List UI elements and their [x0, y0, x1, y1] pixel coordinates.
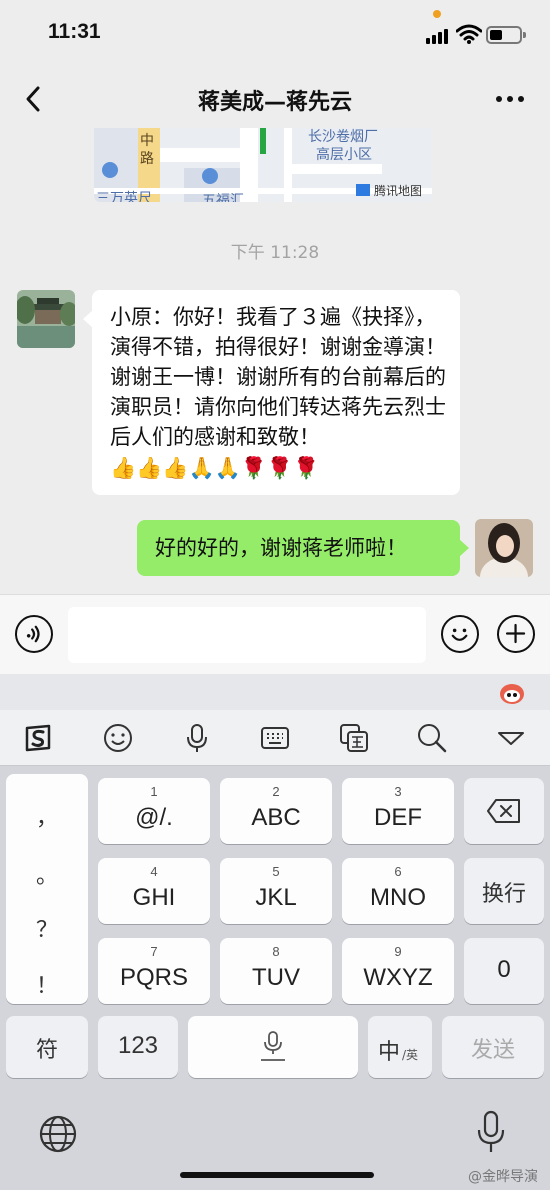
map-provider-label: 腾讯地图	[374, 184, 423, 198]
map-label-road-1: 中	[140, 133, 154, 149]
language-switch-key[interactable]: 中 /英	[368, 1016, 432, 1078]
backspace-key[interactable]	[464, 778, 544, 844]
cellular-signal-icon	[426, 28, 452, 44]
key-8[interactable]: 8 TUV	[220, 938, 332, 1004]
garden-pavilion-avatar-image	[17, 290, 75, 348]
emoji-button-icon[interactable]	[441, 615, 479, 653]
voice-space-icon	[261, 1031, 285, 1061]
number-key[interactable]: 123	[98, 1016, 178, 1078]
incoming-message-text: 小原：你好！我看了３遍《抉择》，演得不错，拍得很好！谢谢金導演！谢谢王一博！谢谢…	[110, 305, 446, 449]
search-icon[interactable]	[416, 722, 448, 754]
add-more-button-icon[interactable]	[497, 615, 535, 653]
contact-avatar[interactable]	[17, 290, 75, 348]
punct-exclamation[interactable]: ！	[6, 968, 88, 1000]
dictation-mic-icon[interactable]	[476, 1110, 506, 1154]
map-label-wufu: 五福汇	[202, 193, 244, 202]
key-1[interactable]: 1 @/.	[98, 778, 210, 844]
globe-icon[interactable]	[38, 1114, 78, 1154]
key-6[interactable]: 6 MNO	[342, 858, 454, 924]
key-5[interactable]: 5 JKL	[220, 858, 332, 924]
location-map-card[interactable]: 长沙卷烟厂 高层小区 中 路 三万英尺 五福汇 腾讯地图	[94, 128, 432, 202]
map-label-community: 高层小区	[316, 147, 372, 163]
voice-input-toggle-icon[interactable]	[15, 615, 53, 653]
key-9[interactable]: 9 WXYZ	[342, 938, 454, 1004]
incoming-message-emoji: 👍👍👍🙏🙏🌹🌹🌹	[110, 456, 320, 480]
battery-icon	[486, 26, 526, 44]
mic-indicator-dot	[433, 10, 441, 18]
punct-period[interactable]: 。	[6, 858, 88, 890]
sogou-logo-icon[interactable]	[22, 722, 54, 754]
space-key[interactable]	[188, 1016, 358, 1078]
status-time: 11:31	[48, 20, 101, 43]
language-sub-label: /英	[402, 1048, 419, 1062]
newline-key[interactable]: 换行	[464, 858, 544, 924]
watermark: @金晔导演	[468, 1169, 538, 1185]
punct-comma[interactable]: ，	[6, 800, 88, 832]
key-3[interactable]: 3 DEF	[342, 778, 454, 844]
home-indicator[interactable]	[180, 1172, 374, 1178]
chat-title: 蒋美成—蒋先云	[197, 90, 352, 115]
send-key[interactable]: 发送	[442, 1016, 544, 1078]
emoji-panel-icon[interactable]	[102, 722, 134, 754]
backspace-icon	[487, 799, 520, 823]
map-label-road-2: 路	[140, 151, 154, 167]
microphone-icon[interactable]	[181, 722, 213, 754]
key-4[interactable]: 4 GHI	[98, 858, 210, 924]
incoming-message-bubble[interactable]: 小原：你好！我看了３遍《抉择》，演得不错，拍得很好！谢谢金導演！谢谢王一博！谢谢…	[83, 290, 460, 495]
translate-icon[interactable]	[338, 722, 370, 754]
outgoing-message-text: 好的好的，谢谢蒋老师啦！	[155, 536, 407, 560]
message-input[interactable]	[68, 607, 426, 663]
punctuation-column[interactable]: ， 。 ？ ！	[6, 774, 88, 1004]
portrait-avatar-image	[475, 519, 533, 577]
collapse-keyboard-icon[interactable]	[495, 722, 527, 754]
my-avatar[interactable]	[475, 519, 533, 577]
message-timestamp: 下午 11:28	[230, 243, 320, 263]
ime-mascot-icon[interactable]	[498, 680, 526, 706]
status-bar: 11:31	[0, 0, 550, 66]
chat-input-bar	[0, 594, 550, 674]
symbol-key[interactable]: 符	[6, 1016, 88, 1078]
more-options-icon[interactable]	[494, 84, 526, 114]
key-0[interactable]: 0	[464, 938, 544, 1004]
key-2[interactable]: 2 ABC	[220, 778, 332, 844]
map-label-sanwan: 三万英尺	[96, 191, 152, 202]
key-7[interactable]: 7 PQRS	[98, 938, 210, 1004]
outgoing-message-bubble[interactable]: 好的好的，谢谢蒋老师啦！	[137, 520, 469, 576]
punct-question[interactable]: ？	[6, 912, 88, 944]
keyboard-toolbar	[0, 710, 550, 766]
keyboard-layout-icon[interactable]	[259, 722, 291, 754]
wifi-icon	[456, 24, 482, 44]
chat-header: 蒋美成—蒋先云	[0, 66, 550, 130]
